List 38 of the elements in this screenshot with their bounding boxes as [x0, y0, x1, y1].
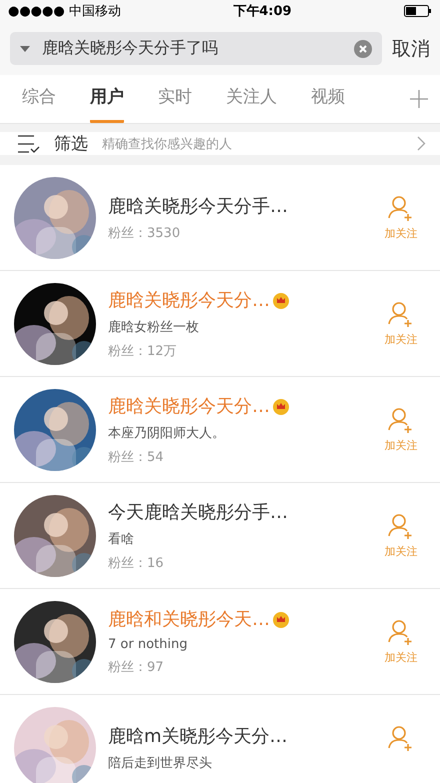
battery-icon — [404, 5, 432, 17]
tab[interactable]: 用户 — [90, 75, 124, 123]
fans-count: 粉丝：16 — [108, 554, 165, 572]
plus-icon[interactable] — [410, 90, 428, 108]
fans-count: 粉丝：54 — [108, 448, 165, 466]
follow-button[interactable]: 加关注 — [376, 194, 426, 241]
follow-button[interactable]: 加关注 — [376, 512, 426, 559]
fans-count: 粉丝：12万 — [108, 342, 178, 360]
follow-button[interactable]: 加关注 — [376, 300, 426, 347]
user-name[interactable]: 鹿晗关晓彤今天分… — [108, 288, 270, 312]
user-name[interactable]: 鹿晗和关晓彤今天… — [108, 607, 270, 631]
user-bio: 7 or nothing — [108, 637, 188, 652]
tab[interactable]: 关注人 — [226, 75, 277, 123]
user-bio: 看啥 — [108, 530, 135, 548]
carrier-text: ●●●●● 中国移动 — [8, 3, 121, 20]
user-name[interactable]: 今天鹿晗关晓彤分手… — [108, 500, 288, 524]
user-name[interactable]: 鹿晗关晓彤今天分手… — [108, 194, 288, 218]
follow-button[interactable]: 加关注 — [376, 618, 426, 665]
tab[interactable]: 实时 — [158, 75, 192, 123]
fans-count: 粉丝：3530 — [108, 224, 182, 242]
chevron-right-icon[interactable] — [417, 136, 426, 151]
fans-count: 粉丝：97 — [108, 659, 165, 676]
tab[interactable]: 综合 — [22, 75, 56, 123]
filter-label[interactable]: 筛选 — [54, 132, 88, 155]
search-field[interactable]: 鹿晗关晓彤今天分手了吗 — [10, 32, 382, 65]
clear-icon[interactable] — [354, 40, 372, 58]
tab[interactable]: 视频 — [311, 75, 345, 123]
time-text: 下午4:09 — [233, 3, 292, 20]
user-bio: 陪后走到世界尽头 — [108, 754, 213, 772]
filter-icon[interactable] — [18, 134, 40, 152]
user-name[interactable]: 鹿晗m关晓彤今天分… — [108, 724, 288, 748]
user-bio: 本座乃阴阳师大人。 — [108, 424, 226, 442]
cancel-button[interactable]: 取消 — [392, 36, 430, 62]
user-name[interactable]: 鹿晗关晓彤今天分… — [108, 394, 270, 418]
follow-button[interactable]: 加关注 — [376, 406, 426, 453]
caret-icon — [20, 46, 30, 52]
user-bio: 鹿晗女粉丝一枚 — [108, 318, 200, 336]
filter-hint: 精确查找你感兴趣的人 — [102, 136, 233, 152]
